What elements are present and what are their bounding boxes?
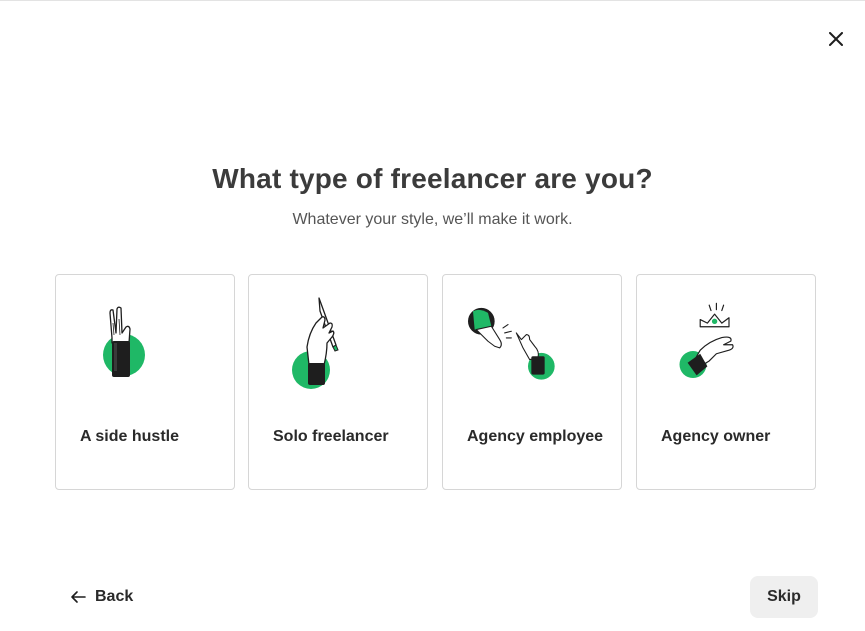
skip-button[interactable]: Skip xyxy=(750,576,818,618)
hand-holding-crown-icon xyxy=(679,302,734,379)
close-button[interactable] xyxy=(824,27,848,51)
back-label: Back xyxy=(95,588,134,605)
back-button[interactable]: Back xyxy=(70,583,133,611)
peace-sign-hand-icon xyxy=(103,306,145,377)
close-icon xyxy=(829,32,843,46)
arrow-left-icon xyxy=(71,591,86,603)
option-label: Agency owner xyxy=(661,428,771,445)
option-label: Solo freelancer xyxy=(273,428,389,445)
option-card-solo-freelancer[interactable]: Solo freelancer xyxy=(248,274,428,490)
hands-snapping-icon xyxy=(468,307,555,380)
option-label: Agency employee xyxy=(467,428,604,445)
page-title: What type of freelancer are you? xyxy=(212,163,653,194)
option-card-agency-employee[interactable]: Agency employee xyxy=(442,274,622,490)
top-divider xyxy=(0,0,865,1)
option-card-side-hustle[interactable]: A side hustle xyxy=(55,274,235,490)
option-label: A side hustle xyxy=(80,428,179,445)
hand-holding-pencil-icon xyxy=(292,297,339,389)
option-card-agency-owner[interactable]: Agency owner xyxy=(636,274,816,490)
page-subtitle: Whatever your style, we’ll make it work. xyxy=(292,211,573,228)
